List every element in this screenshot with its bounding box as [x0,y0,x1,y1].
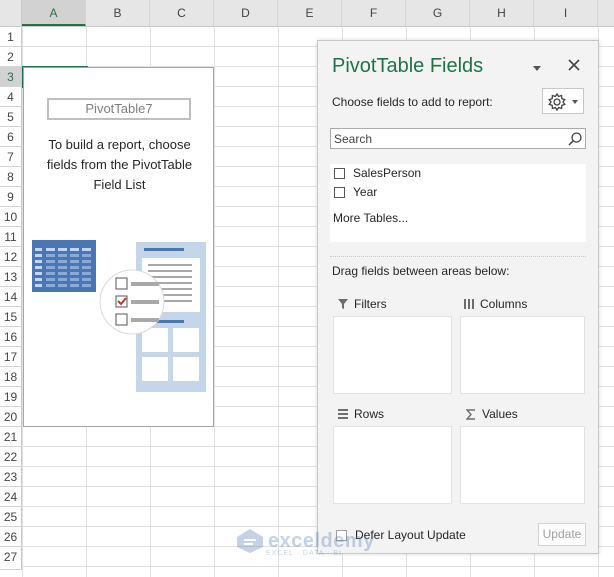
field-checkbox[interactable] [334,167,345,179]
gear-icon [548,92,578,112]
column-header-f[interactable]: F [342,0,406,26]
values-area-label: Values [466,407,518,421]
row-header[interactable]: 24 [0,487,22,507]
update-button[interactable]: Update [538,523,586,546]
field-item-salesperson[interactable]: SalesPerson [334,165,421,181]
filter-icon [338,299,348,309]
pivot-illustration-icon [32,240,206,392]
pivot-table-name: PivotTable7 [47,98,191,120]
pivot-table-message: To build a report, choose fields from th… [32,135,207,195]
pivot-message-line: Field List [93,177,146,192]
row-header[interactable]: 19 [0,387,22,407]
choose-fields-label: Choose fields to add to report: [332,95,493,109]
row-header[interactable]: 3 [0,67,22,87]
row-header[interactable]: 16 [0,327,22,347]
pane-title: PivotTable Fields [332,55,484,77]
values-drop-zone[interactable] [460,426,585,504]
row-header[interactable]: 25 [0,507,22,527]
area-title: Values [482,407,518,421]
divider [330,256,586,257]
sigma-icon [466,408,475,420]
row-header[interactable]: 12 [0,247,22,267]
row-header[interactable]: 18 [0,367,22,387]
area-title: Filters [354,297,387,311]
row-header[interactable]: 17 [0,347,22,367]
close-icon[interactable] [566,57,582,73]
watermark: exceldemy EXCEL · DATA · BI [236,528,375,557]
row-header[interactable]: 14 [0,287,22,307]
field-label: Year [353,185,378,199]
row-header[interactable]: 8 [0,167,22,187]
column-header-a[interactable]: A [22,0,86,26]
row-header[interactable]: 6 [0,127,22,147]
field-list: SalesPerson Year More Tables... [330,164,586,242]
area-title: Columns [480,297,528,311]
pivot-message-line: fields from the PivotTable [46,157,193,172]
field-search-box[interactable] [330,128,586,149]
columns-icon [464,299,474,309]
column-header-g[interactable]: G [406,0,470,26]
rows-drop-zone[interactable] [333,426,452,504]
row-header[interactable]: 9 [0,187,22,207]
pivot-field-list-pane: PivotTable Fields Choose fields to add t… [317,40,599,554]
filters-drop-zone[interactable] [333,316,452,394]
more-tables-link[interactable]: More Tables... [333,211,408,225]
filters-area-label: Filters [338,297,387,311]
area-title: Rows [354,407,385,421]
row-header[interactable]: 4 [0,87,22,107]
column-header-c[interactable]: C [150,0,214,26]
column-header-i[interactable]: I [534,0,598,26]
field-checkbox[interactable] [334,186,345,198]
row-header[interactable]: 11 [0,227,22,247]
row-header[interactable]: 26 [0,527,22,547]
columns-drop-zone[interactable] [460,316,585,394]
row-header[interactable]: 22 [0,447,22,467]
pivot-message-line: To build a report, choose [48,137,191,152]
columns-area-label: Columns [464,297,527,311]
row-header[interactable]: 27 [0,547,22,570]
row-header[interactable]: 13 [0,267,22,287]
column-headers: A B C D E F G H I [22,0,614,27]
rows-area-label: Rows [338,407,384,421]
rows-icon [338,409,348,419]
column-header-e[interactable]: E [278,0,342,26]
field-item-year[interactable]: Year [334,184,377,200]
row-header[interactable]: 5 [0,107,22,127]
row-header[interactable]: 1 [0,27,22,47]
column-header-h[interactable]: H [470,0,534,26]
search-input[interactable] [331,129,567,148]
select-all-corner[interactable] [0,0,22,27]
pane-options-chevron-down-icon[interactable] [530,63,544,73]
row-header[interactable]: 21 [0,427,22,447]
column-header-d[interactable]: D [214,0,278,26]
row-header[interactable]: 7 [0,147,22,167]
row-header[interactable]: 10 [0,207,22,227]
drag-areas-label: Drag fields between areas below: [332,264,510,278]
row-header[interactable]: 2 [0,47,22,67]
row-header[interactable]: 23 [0,467,22,487]
field-label: SalesPerson [353,166,422,180]
column-header-b[interactable]: B [86,0,150,26]
search-icon[interactable] [567,131,583,147]
watermark-tagline: EXCEL · DATA · BI [266,550,342,557]
tools-button[interactable] [542,88,584,114]
row-header[interactable]: 15 [0,307,22,327]
row-header[interactable]: 20 [0,407,22,427]
exceldemy-logo-icon [237,529,263,553]
pivot-table-placeholder[interactable]: PivotTable7 To build a report, choose fi… [23,67,214,427]
